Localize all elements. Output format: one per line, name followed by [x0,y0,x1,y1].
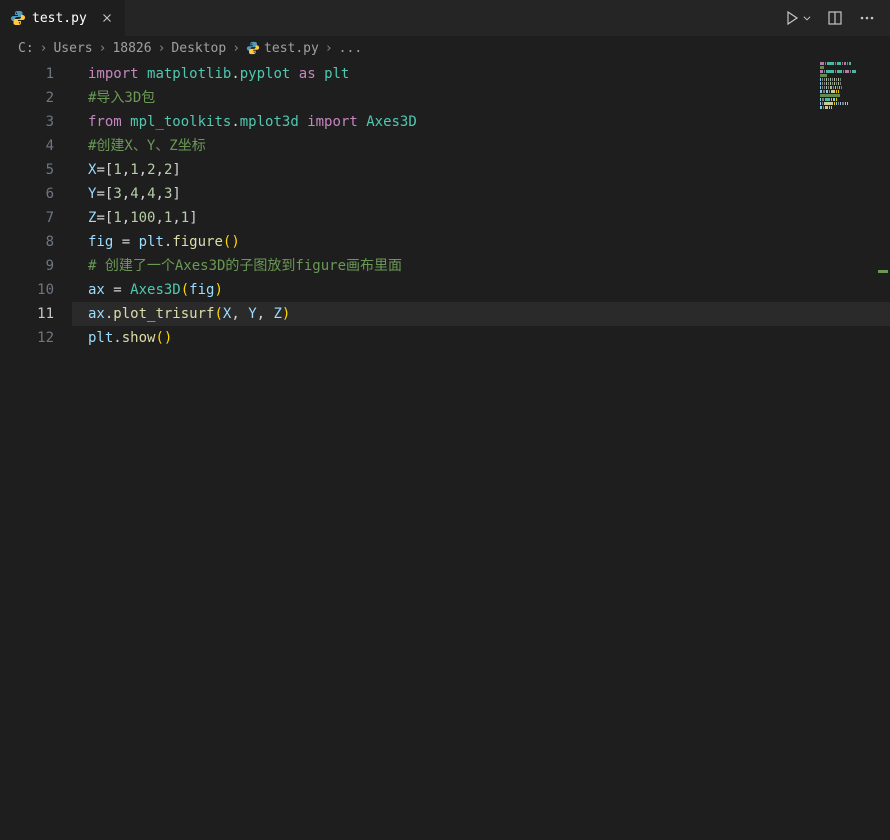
code-line[interactable]: fig = plt.figure() [72,230,890,254]
editor-actions [783,9,890,27]
code-line[interactable]: import matplotlib.pyplot as plt [72,62,890,86]
code-line[interactable]: X=[1,1,2,2] [72,158,890,182]
code-line[interactable]: # 创建了一个Axes3D的子图放到figure画布里面 [72,254,890,278]
line-number: 4 [0,134,54,158]
tab-bar: test.py [0,0,890,36]
code-line[interactable]: ax = Axes3D(fig) [72,278,890,302]
code-line[interactable]: #创建X、Y、Z坐标 [72,134,890,158]
tab-filename: test.py [32,11,87,26]
chevron-right-icon: › [99,41,107,56]
line-number: 6 [0,182,54,206]
scroll-marker [878,270,888,273]
chevron-right-icon: › [232,41,240,56]
line-number: 11 [0,302,54,326]
line-number: 2 [0,86,54,110]
code-line[interactable]: from mpl_toolkits.mplot3d import Axes3D [72,110,890,134]
line-number: 7 [0,206,54,230]
breadcrumb-part[interactable]: test.py [264,41,319,56]
python-file-icon [10,10,26,26]
breadcrumb-part[interactable]: C: [18,41,34,56]
breadcrumb-part[interactable]: Users [53,41,92,56]
close-icon[interactable] [99,10,115,26]
breadcrumb-part[interactable]: 18826 [112,41,151,56]
python-file-icon [246,41,260,55]
tab-testpy[interactable]: test.py [0,0,126,36]
line-number: 1 [0,62,54,86]
line-number: 5 [0,158,54,182]
line-number: 9 [0,254,54,278]
chevron-right-icon: › [40,41,48,56]
breadcrumb-part[interactable]: Desktop [171,41,226,56]
line-gutter: 123456789101112 [0,60,72,840]
chevron-right-icon: › [158,41,166,56]
breadcrumb[interactable]: C: › Users › 18826 › Desktop › test.py ›… [0,36,890,60]
breadcrumb-part[interactable]: ... [339,41,362,56]
editor[interactable]: 123456789101112 import matplotlib.pyplot… [0,60,890,840]
code-line[interactable]: Y=[3,4,4,3] [72,182,890,206]
chevron-down-icon[interactable] [802,9,812,27]
line-number: 8 [0,230,54,254]
code-area[interactable]: import matplotlib.pyplot as plt#导入3D包fro… [72,60,890,840]
code-line[interactable]: Z=[1,100,1,1] [72,206,890,230]
split-editor-icon[interactable] [826,9,844,27]
line-number: 10 [0,278,54,302]
more-icon[interactable] [858,9,876,27]
code-line[interactable]: #导入3D包 [72,86,890,110]
vertical-scrollbar[interactable] [876,60,890,840]
code-line[interactable]: plt.show() [72,326,890,350]
code-line[interactable]: ax.plot_trisurf(X, Y, Z) [72,302,890,326]
run-icon[interactable] [783,9,801,27]
line-number: 12 [0,326,54,350]
tab-list: test.py [0,0,126,36]
minimap[interactable] [820,62,870,122]
line-number: 3 [0,110,54,134]
chevron-right-icon: › [325,41,333,56]
